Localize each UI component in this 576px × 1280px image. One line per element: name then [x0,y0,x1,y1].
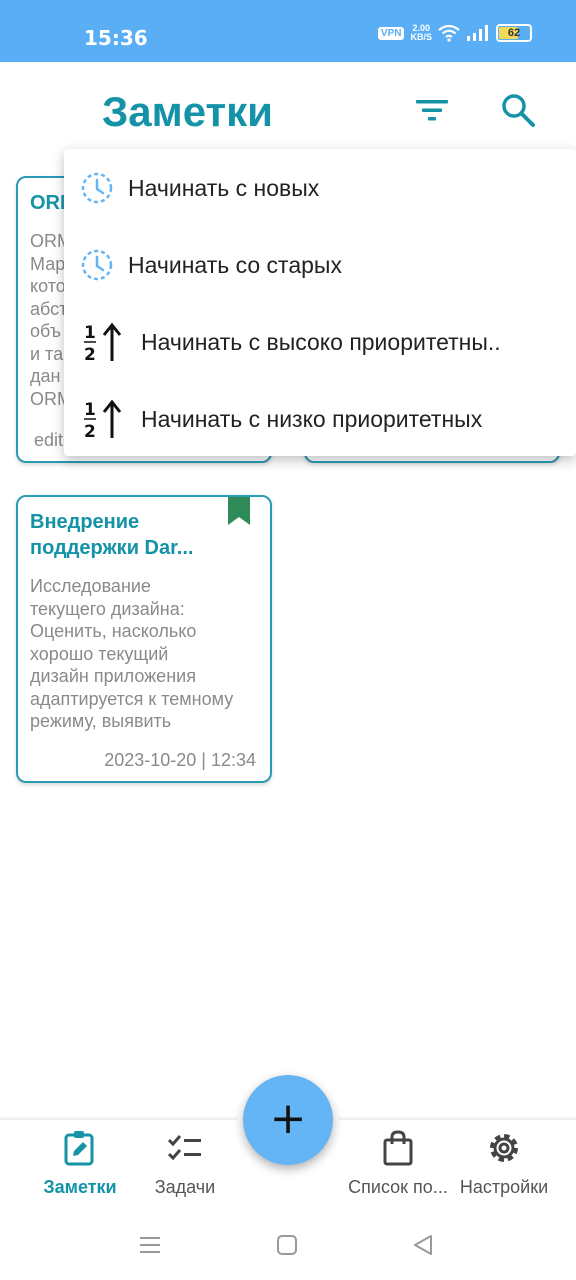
bookmark-icon [228,497,250,525]
signal-icon [467,25,488,41]
network-speed: 2.00 KB/S [410,24,432,42]
menu-item-label: Начинать с новых [128,175,320,201]
menu-icon[interactable] [138,1234,162,1256]
priority-sort-icon: 1 2 [84,322,122,363]
sort-low-priority-item[interactable]: 1 2 Начинать с низко приоритетных [64,380,576,456]
add-note-button[interactable]: + [243,1075,333,1165]
battery-level: 62 [507,27,521,39]
nav-label: Задачи [154,1177,216,1197]
svg-text:2: 2 [84,345,96,363]
nav-item-shopping-list[interactable]: Список по... [344,1130,452,1198]
svg-text:2: 2 [84,422,96,440]
clock-icon [81,249,113,281]
wifi-icon [438,24,460,42]
nav-item-settings[interactable]: Настройки [454,1130,554,1198]
menu-item-label: Начинать со старых [128,252,342,278]
notes-icon [64,1131,94,1166]
sort-newest-item[interactable]: Начинать с новых [64,149,576,225]
svg-text:1: 1 [84,400,96,420]
speed-unit: KB/S [410,32,432,42]
system-nav-bar [0,1204,576,1280]
note-card[interactable]: Внедрение поддержки Dar... Исследование … [16,495,272,783]
note-date: 2023-10-20 | 12:34 [104,750,256,770]
page-title: Заметки [102,88,273,135]
back-icon[interactable] [412,1234,434,1256]
sort-high-priority-item[interactable]: 1 2 Начинать с высоко приоритетны.. [64,303,576,379]
search-icon[interactable] [500,92,536,128]
note-preview: Исследование текущего дизайна: Оценить, … [30,576,234,731]
priority-sort-icon: 1 2 [84,399,122,440]
gear-icon [490,1134,518,1162]
menu-item-label: Начинать с высоко приоритетны.. [141,329,501,355]
svg-text:1: 1 [84,323,96,343]
shopping-bag-icon [383,1130,413,1166]
sort-menu: Начинать с новых Начинать со старых 1 2 … [64,149,576,456]
sort-oldest-item[interactable]: Начинать со старых [64,226,576,302]
filter-icon[interactable] [414,92,450,128]
tasks-icon [167,1135,201,1161]
status-time: 15:36 [84,26,148,50]
nav-label: Список по... [348,1177,448,1197]
note-title: Внедрение поддержки Dar... [30,511,194,559]
nav-item-notes[interactable]: Заметки [38,1130,122,1198]
nav-label: Настройки [459,1177,549,1197]
plus-icon: + [269,1093,307,1144]
note-date: edit [34,430,64,450]
menu-item-label: Начинать с низко приоритетных [141,406,483,432]
status-icons: VPN 2.00 KB/S 62 [377,24,532,42]
clock-icon [81,172,113,204]
nav-item-tasks[interactable]: Задачи [148,1130,222,1198]
home-icon[interactable] [276,1234,298,1256]
vpn-badge: VPN [377,26,405,40]
status-bar: 15:36 VPN 2.00 KB/S 62 [0,0,576,62]
nav-label: Заметки [43,1177,117,1197]
battery-icon: 62 [496,24,532,42]
